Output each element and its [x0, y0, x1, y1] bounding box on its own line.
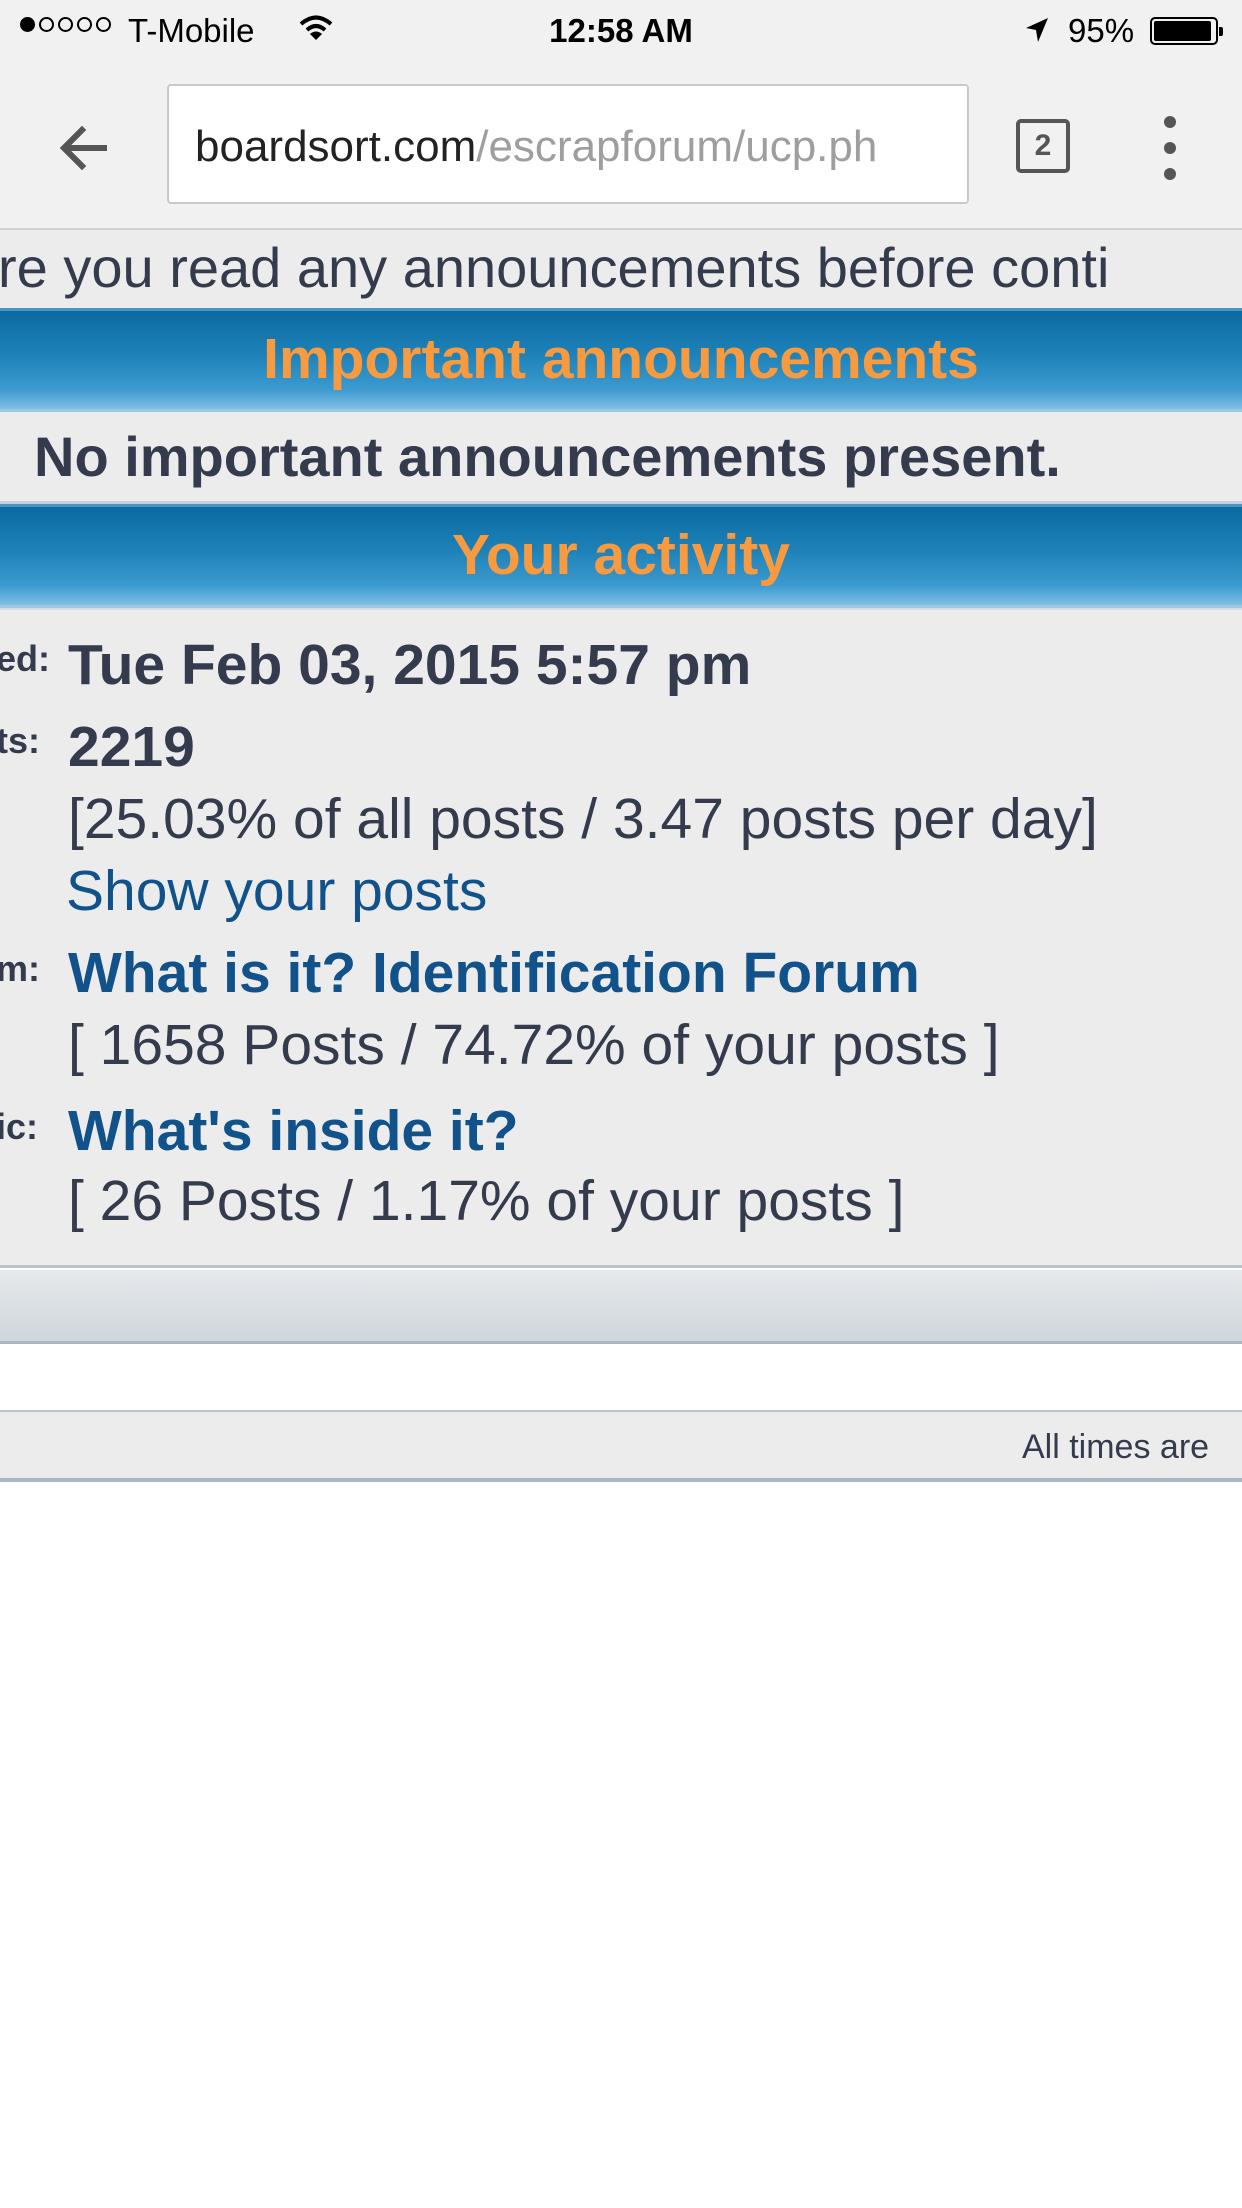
intro-text-row: re you read any announcements before con… [0, 230, 1242, 308]
battery-percent: 95% [1068, 12, 1135, 49]
show-your-posts-link[interactable]: Show your posts [66, 858, 487, 924]
location-arrow-icon [1026, 18, 1048, 42]
tabs-icon[interactable]: 2 [1016, 119, 1070, 173]
panel-footer-bar [0, 1270, 1242, 1344]
url-path: /escrapforum/ucp.ph [476, 122, 878, 171]
announcements-empty-row: No important announcements present. [0, 412, 1242, 504]
intro-text: re you read any announcements before con… [0, 236, 1110, 299]
most-active-forum-link[interactable]: What is it? Identification Forum [68, 940, 920, 1006]
footer-row: All times are [0, 1410, 1242, 1482]
status-bar: T-Mobile 12:58 AM 95% [0, 0, 1242, 62]
forum-page: re you read any announcements before con… [0, 230, 1242, 2208]
joined-value: Tue Feb 03, 2015 5:57 pm [68, 633, 752, 697]
announcements-empty-text: No important announcements present. [34, 425, 1061, 488]
url-domain: boardsort.com [195, 122, 477, 171]
activity-panel: ed: Tue Feb 03, 2015 5:57 pm ts: 2219 [2… [0, 608, 1242, 1268]
url-bar[interactable]: boardsort.com/escrapforum/ucp.ph [167, 84, 969, 204]
forum-label: m: [0, 948, 40, 989]
timezone-footer-text: All times are [1022, 1428, 1210, 1466]
back-arrow-icon[interactable] [52, 116, 116, 180]
forum-stats: [ 1658 Posts / 74.72% of your posts ] [68, 1013, 1000, 1077]
posts-stats: [25.03% of all posts / 3.47 posts per da… [68, 787, 1098, 851]
activity-header: Your activity [0, 504, 1242, 608]
topic-label: ic: [0, 1106, 39, 1147]
announcements-header: Important announcements [0, 308, 1242, 412]
battery-icon [1150, 17, 1223, 45]
topic-stats: [ 26 Posts / 1.17% of your posts ] [68, 1169, 905, 1233]
overflow-menu-icon[interactable] [1156, 116, 1184, 180]
browser-toolbar: boardsort.com/escrapforum/ucp.ph 2 [0, 62, 1242, 230]
most-active-topic-link[interactable]: What's inside it? [68, 1098, 519, 1164]
posts-label: ts: [0, 720, 40, 761]
posts-count: 2219 [68, 715, 195, 779]
joined-label: ed: [0, 638, 50, 679]
status-time: 12:58 AM [549, 12, 693, 49]
